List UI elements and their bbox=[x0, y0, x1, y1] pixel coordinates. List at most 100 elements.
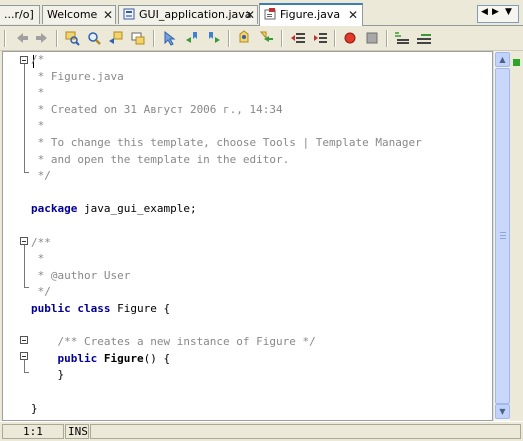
code-keyword: public class bbox=[31, 302, 111, 315]
code-line: */ bbox=[31, 284, 51, 300]
previous-bookmark-icon[interactable] bbox=[184, 30, 200, 46]
vertical-scrollbar[interactable]: ▲ ▼ bbox=[493, 51, 511, 421]
code-comment: */ bbox=[31, 285, 51, 299]
code-keyword: package bbox=[31, 202, 78, 216]
code-comment: * and open the template in the editor. bbox=[31, 152, 290, 166]
code-comment: /** Creates a new instance of Figure */ bbox=[31, 335, 316, 349]
fold-guide-end bbox=[24, 372, 29, 373]
fold-toggle[interactable] bbox=[20, 237, 28, 245]
code-comment: * Created on 31 Август 2006 г., 14:34 bbox=[31, 102, 283, 116]
code-text: () { bbox=[143, 351, 171, 365]
code-line: * Figure.java bbox=[31, 69, 124, 85]
tab-label: Welcome bbox=[47, 8, 98, 21]
java-file-icon bbox=[264, 8, 276, 20]
code-comment: * To change this template, choose Tools … bbox=[31, 136, 422, 149]
code-text: } bbox=[31, 368, 65, 382]
code-comment: * bbox=[31, 86, 45, 100]
toolbar-separator bbox=[281, 30, 283, 47]
code-line: /** Creates a new instance of Figure */ bbox=[31, 334, 316, 350]
format-icon[interactable] bbox=[416, 30, 432, 46]
next-bookmark-icon[interactable] bbox=[206, 30, 222, 46]
tab-figure-java[interactable]: Figure.java ✕ bbox=[259, 3, 363, 26]
code-line: * bbox=[31, 85, 45, 101]
back-icon[interactable] bbox=[14, 30, 30, 46]
insert-mode: INS bbox=[65, 424, 89, 439]
code-line: * Created on 31 Август 2006 г., 14:34 bbox=[31, 102, 283, 118]
fold-toggle[interactable] bbox=[20, 56, 28, 64]
fold-guide-end bbox=[24, 287, 29, 288]
status-bar: 1:1 INS bbox=[0, 421, 523, 441]
uncomment-icon[interactable] bbox=[394, 30, 410, 46]
comment-icon[interactable] bbox=[290, 30, 306, 46]
code-comment: /** bbox=[31, 235, 51, 249]
tab-welcome[interactable]: Welcome ✕ bbox=[42, 5, 116, 24]
shift-right-icon[interactable] bbox=[312, 30, 328, 46]
code-text: java_gui_example; bbox=[77, 202, 197, 216]
record-macro-icon[interactable] bbox=[342, 30, 358, 46]
tab-list-icon[interactable]: ▼ bbox=[505, 7, 512, 17]
code-comment: /* bbox=[31, 53, 45, 66]
fold-toggle[interactable] bbox=[20, 352, 28, 360]
code-line: * @author User bbox=[31, 268, 131, 284]
error-stripe bbox=[510, 51, 523, 421]
tab-label: ...r/o] bbox=[4, 8, 34, 21]
tab-readonly[interactable]: ...r/o] bbox=[0, 5, 40, 24]
close-icon[interactable]: ✕ bbox=[245, 6, 255, 24]
code-comment: */ bbox=[31, 169, 51, 183]
code-line: } bbox=[31, 401, 38, 417]
toolbar-separator bbox=[4, 30, 6, 47]
toolbar-separator bbox=[56, 30, 58, 47]
toggle-highlight-icon[interactable] bbox=[162, 30, 178, 46]
java-file-icon bbox=[123, 8, 135, 20]
code-line: * bbox=[31, 251, 45, 267]
find-selection-icon[interactable] bbox=[64, 30, 80, 46]
scroll-left-icon[interactable]: ◀ bbox=[481, 7, 488, 17]
find-icon[interactable] bbox=[86, 30, 102, 46]
code-line: * To change this template, choose Tools … bbox=[31, 135, 422, 151]
scroll-down-icon[interactable]: ▼ bbox=[495, 404, 510, 419]
code-line: */ bbox=[31, 168, 51, 184]
code-line: package java_gui_example; bbox=[31, 201, 197, 217]
thumb-grip bbox=[500, 232, 506, 233]
scroll-right-icon[interactable]: ▶ bbox=[492, 7, 499, 17]
code-editor[interactable]: /* * Figure.java * * Created on 31 Авгус… bbox=[2, 51, 493, 421]
editor-tab-bar: ...r/o] Welcome ✕ GUI_application.java ✕… bbox=[0, 0, 523, 26]
editor-toolbar bbox=[0, 26, 523, 51]
tab-gui-application[interactable]: GUI_application.java ✕ bbox=[118, 5, 258, 24]
code-line: /** bbox=[31, 235, 51, 251]
fold-guide bbox=[24, 64, 25, 172]
toggle-bookmark-icon[interactable] bbox=[236, 30, 252, 46]
tab-label: GUI_application.java bbox=[139, 8, 252, 21]
fold-guide bbox=[24, 360, 25, 372]
code-line: * bbox=[31, 118, 45, 134]
tab-scroll-buttons: ◀ ▶ ▼ bbox=[477, 5, 519, 23]
fold-guide bbox=[24, 245, 25, 287]
code-text: } bbox=[31, 401, 38, 415]
scrollbar-thumb[interactable] bbox=[495, 68, 510, 404]
toolbar-separator bbox=[228, 30, 230, 47]
fold-toggle[interactable] bbox=[20, 336, 28, 344]
status-ok-icon bbox=[513, 59, 520, 66]
forward-icon[interactable] bbox=[34, 30, 50, 46]
fold-guide-end bbox=[24, 172, 29, 173]
shift-left-icon[interactable] bbox=[258, 30, 274, 46]
toolbar-separator bbox=[334, 30, 336, 47]
thumb-grip bbox=[500, 238, 506, 239]
toolbar-separator bbox=[153, 30, 155, 47]
scroll-up-icon[interactable]: ▲ bbox=[495, 52, 510, 67]
find-previous-icon[interactable] bbox=[108, 30, 124, 46]
code-identifier: Figure bbox=[97, 351, 144, 365]
close-icon[interactable]: ✕ bbox=[348, 5, 358, 25]
code-keyword: public bbox=[57, 351, 98, 365]
find-next-icon[interactable] bbox=[130, 30, 146, 46]
code-line: } bbox=[31, 367, 64, 383]
code-line: /* bbox=[31, 52, 44, 68]
code-line: public Figure() { bbox=[31, 351, 171, 367]
caret-position: 1:1 bbox=[2, 424, 64, 439]
tab-label: Figure.java bbox=[280, 8, 341, 21]
code-comment: * @author User bbox=[31, 268, 131, 282]
stop-macro-icon[interactable] bbox=[364, 30, 380, 46]
close-icon[interactable]: ✕ bbox=[103, 6, 113, 24]
code-line: * and open the template in the editor. bbox=[31, 152, 290, 168]
